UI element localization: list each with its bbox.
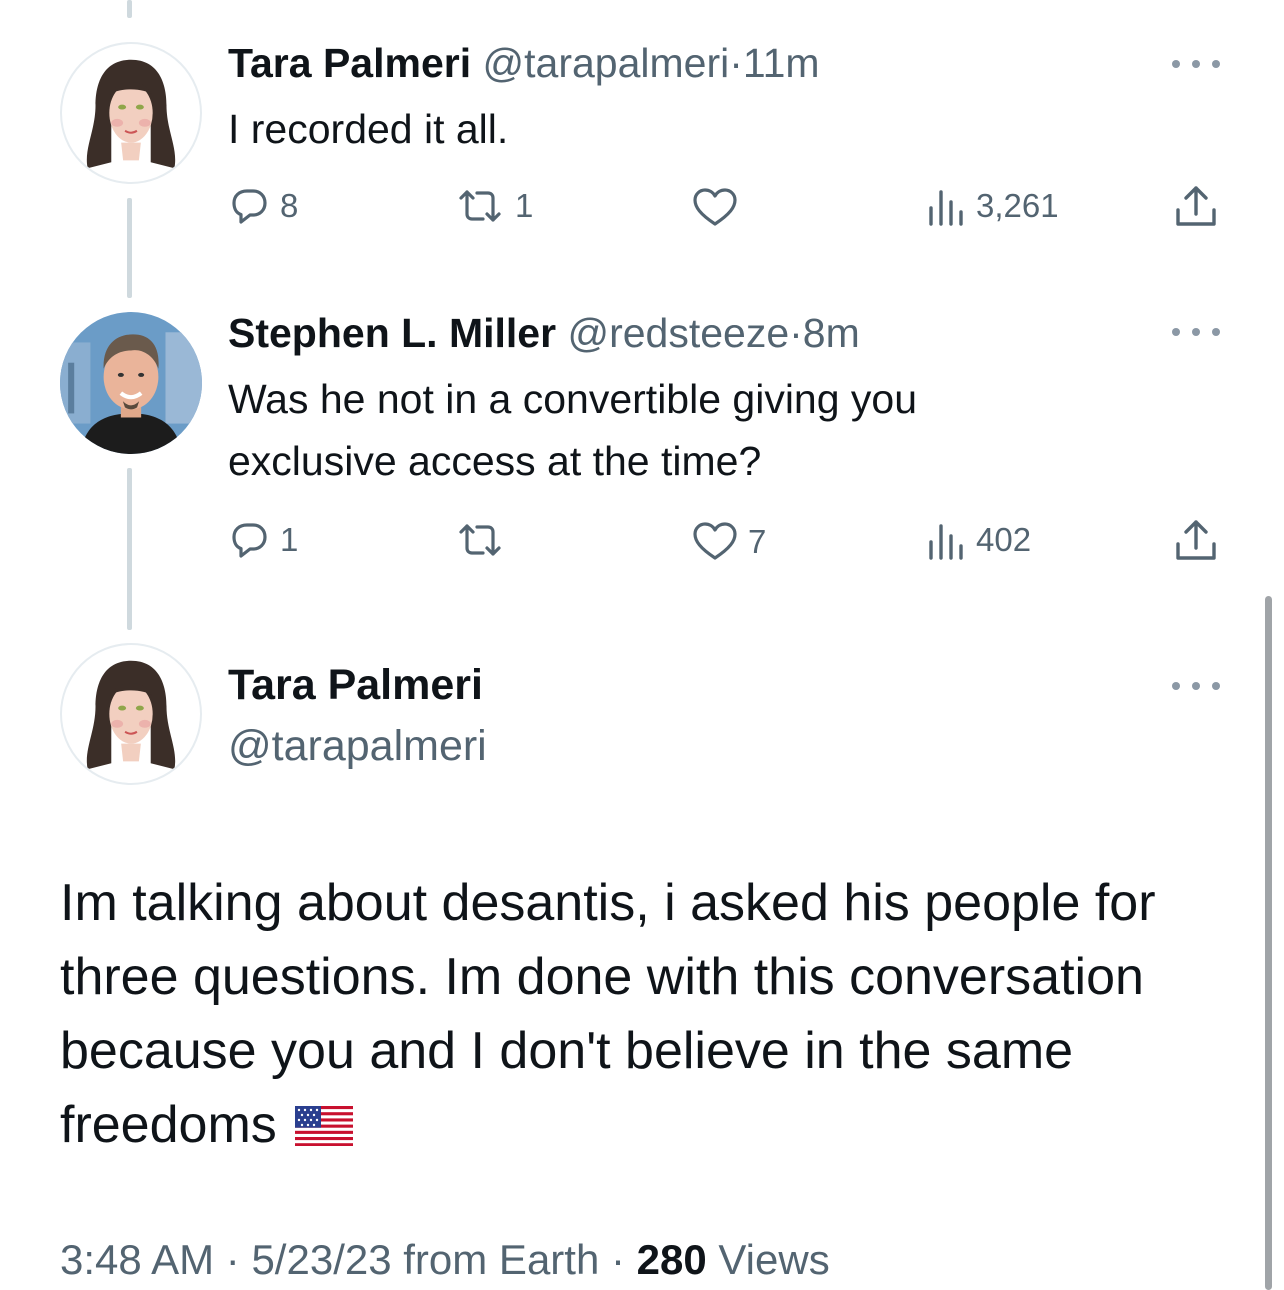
heart-icon [693,188,737,226]
avatar-tara-palmeri-1[interactable] [60,42,202,184]
tweet-text: I recorded it all. [228,106,509,152]
retweet-count: 1 [515,187,534,224]
scrollbar[interactable] [1265,596,1272,1290]
tweet-text: Was he not in a convertible giving you e… [228,368,917,492]
share-button[interactable] [1174,184,1218,230]
reply-count: 1 [280,521,299,558]
more-icon[interactable] [1172,676,1220,696]
tweet-text-line: freedoms [60,1096,277,1154]
tweet-date[interactable]: 5/23/23 [251,1236,391,1283]
separator-dot: · [225,1236,240,1283]
views-icon [929,190,963,226]
tweet-1-header: Tara Palmeri @tarapalmeri·11m [228,38,820,88]
author-handle[interactable]: @tarapalmeri [228,718,487,774]
share-icon [1176,186,1216,226]
author-handle[interactable]: @redsteeze [567,310,789,356]
like-count: 7 [748,523,767,560]
author-name[interactable]: Tara Palmeri [228,40,471,86]
like-button[interactable] [692,188,748,228]
views-label[interactable]: Views [718,1236,829,1283]
tweet-time[interactable]: 3:48 AM [60,1236,214,1283]
tweet-text: Im talking about desantis, i asked his p… [60,866,1240,1162]
reply-button[interactable]: 1 [230,520,298,560]
author-handle[interactable]: @tarapalmeri [483,40,730,86]
author-name[interactable]: Tara Palmeri [228,657,483,713]
like-button[interactable]: 7 [692,522,766,562]
reply-count: 8 [280,187,299,224]
author-name[interactable]: Stephen L. Miller [228,310,556,356]
views-icon [929,524,963,560]
reply-icon [232,523,267,558]
avatar-stephen-miller[interactable] [60,312,202,454]
retweet-icon [459,524,501,556]
avatar-tara-palmeri-2[interactable] [60,643,202,785]
tweet-source: from Earth [403,1236,600,1283]
tweet-time[interactable]: 11m [743,40,820,86]
tweet-text-line: three questions. Im done with this conve… [60,948,1144,1006]
separator-dot: · [611,1236,625,1283]
tweet-metadata: 3:48 AM · 5/23/23 from Earth · 280 Views [60,1232,830,1288]
tweet-text-line: Im talking about desantis, i asked his p… [60,874,1156,932]
share-icon [1176,520,1216,560]
more-icon[interactable] [1172,322,1220,342]
separator-dot: · [729,40,743,86]
retweet-button[interactable]: 1 [455,186,533,226]
thread-line-1 [127,198,132,298]
thread-line-2 [127,468,132,630]
heart-icon [693,522,737,560]
more-icon[interactable] [1172,54,1220,74]
separator-dot: · [789,310,803,356]
us-flag-emoji [295,1106,354,1146]
views-button[interactable]: 402 [926,520,1031,560]
tweet-time[interactable]: 8m [803,310,860,356]
views-count: 402 [976,521,1032,558]
share-button[interactable] [1174,518,1218,564]
reply-button[interactable]: 8 [230,186,298,226]
reply-icon [232,189,267,224]
views-count: 3,261 [976,187,1059,224]
retweet-button[interactable] [455,520,515,560]
views-button[interactable]: 3,261 [926,186,1059,226]
retweet-icon [459,190,501,222]
views-count[interactable]: 280 [637,1236,707,1283]
tweet-text-line: exclusive access at the time? [228,438,762,484]
tweet-2-header: Stephen L. Miller @redsteeze·8m [228,308,860,358]
tweet-text-line: because you and I don't believe in the s… [60,1022,1074,1080]
thread-line-top [127,0,132,18]
tweet-text-line: Was he not in a convertible giving you [228,376,918,422]
